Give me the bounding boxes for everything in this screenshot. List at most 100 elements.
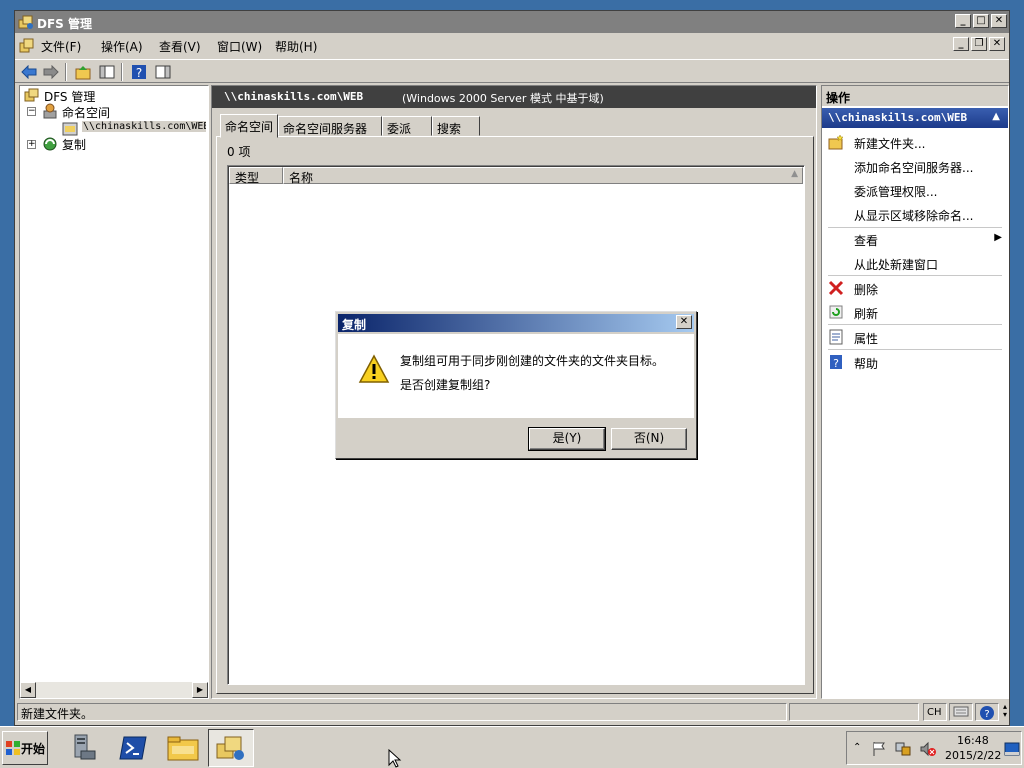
dialog-body: 复制组可用于同步刚创建的文件夹的文件夹目标。 是否创建复制组? xyxy=(338,334,694,418)
help-question-icon: ? xyxy=(830,355,842,370)
namespace-icon xyxy=(43,103,57,119)
action-properties[interactable]: 属性 xyxy=(854,330,878,347)
language-bar-options-icon[interactable]: ▴ ▾ xyxy=(1003,703,1011,721)
ime-help-icon[interactable]: ? xyxy=(975,703,999,721)
up-folder-icon[interactable] xyxy=(73,62,93,82)
dialog-title: 复制 xyxy=(342,318,367,332)
show-hide-action-pane-icon[interactable] xyxy=(153,62,173,82)
language-indicator[interactable]: CH xyxy=(923,703,947,721)
mmc-doc-icon[interactable] xyxy=(19,38,35,54)
collapse-up-icon[interactable]: ▲ xyxy=(992,111,1000,122)
action-center-flag-icon[interactable] xyxy=(871,741,887,757)
item-count: 0 项 xyxy=(227,145,251,159)
taskbar: 开始 ⌃ 16:48 2015/2/22 xyxy=(0,726,1024,768)
dfs-app-icon xyxy=(18,15,33,29)
minimize-button[interactable]: _ xyxy=(955,14,971,28)
server-manager-taskbar-icon[interactable] xyxy=(60,729,106,767)
keyboard-icon[interactable] xyxy=(949,703,973,721)
column-name[interactable]: 名称 ▲ xyxy=(283,167,803,185)
dialog-title-bar[interactable]: 复制 ✕ xyxy=(338,314,694,332)
powershell-taskbar-icon[interactable] xyxy=(110,729,156,767)
show-hide-tree-icon[interactable] xyxy=(97,62,117,82)
tab-delegation[interactable]: 委派 xyxy=(382,116,432,136)
status-text: 新建文件夹。 xyxy=(17,703,787,721)
menu-view[interactable]: 查看(V) xyxy=(159,38,201,55)
actions-section-header[interactable]: \\chinaskills.com\WEB ▲ xyxy=(822,108,1008,128)
column-type[interactable]: 类型 xyxy=(229,167,283,185)
dialog-message-line2: 是否创建复制组? xyxy=(400,378,491,392)
action-refresh[interactable]: 刷新 xyxy=(854,305,878,322)
results-header: \\chinaskills.com\WEB (Windows 2000 Serv… xyxy=(212,86,816,108)
explorer-taskbar-icon[interactable] xyxy=(160,729,206,767)
tab-namespace[interactable]: 命名空间 xyxy=(220,114,278,138)
mdi-restore-button[interactable]: ❐ xyxy=(971,37,987,51)
notification-area: ⌃ 16:48 2015/2/22 xyxy=(846,731,1022,765)
start-label: 开始 xyxy=(21,741,46,756)
properties-icon xyxy=(829,329,843,345)
namespaces-collapse-toggle[interactable]: − xyxy=(27,107,36,116)
network-warning-icon[interactable] xyxy=(895,741,911,757)
maximize-button[interactable]: □ xyxy=(973,14,989,28)
svg-text:?: ? xyxy=(984,709,989,720)
back-icon[interactable] xyxy=(19,62,39,82)
new-folder-icon xyxy=(828,134,844,150)
replication-icon xyxy=(43,137,57,151)
forward-icon[interactable] xyxy=(41,62,61,82)
help-icon[interactable]: ? xyxy=(129,62,149,82)
dialog-message-line1: 复制组可用于同步刚创建的文件夹的文件夹目标。 xyxy=(400,354,665,368)
menu-window[interactable]: 窗口(W) xyxy=(217,38,262,55)
toolbar: ? xyxy=(15,59,1009,83)
delete-icon xyxy=(828,280,844,296)
tree-namespaces[interactable]: 命名空间 xyxy=(62,104,110,121)
action-remove-from-display[interactable]: 从显示区域移除命名... xyxy=(854,207,973,224)
replication-expand-toggle[interactable]: + xyxy=(27,140,36,149)
clock-date[interactable]: 2015/2/22 xyxy=(945,749,1001,762)
scroll-left-button[interactable]: ◀ xyxy=(20,682,36,698)
actions-pane: 操作 \\chinaskills.com\WEB ▲ 新建文件夹... 添加命名… xyxy=(821,85,1009,699)
action-new-folder[interactable]: 新建文件夹... xyxy=(854,135,925,152)
sort-ascending-icon: ▲ xyxy=(791,169,798,179)
clock-time[interactable]: 16:48 xyxy=(957,734,989,747)
dialog-close-button[interactable]: ✕ xyxy=(676,315,692,329)
close-button[interactable]: ✕ xyxy=(991,14,1007,28)
status-bar: 新建文件夹。 CH ? ▴ ▾ xyxy=(15,701,1009,723)
dfs-management-taskbar-icon[interactable] xyxy=(208,729,254,767)
show-desktop-icon[interactable] xyxy=(1004,742,1020,756)
warning-icon xyxy=(358,354,390,383)
status-panel-empty xyxy=(789,703,919,721)
dfs-root-icon xyxy=(24,88,39,102)
mdi-minimize-button[interactable]: _ xyxy=(953,37,969,51)
tab-search[interactable]: 搜索 xyxy=(432,116,480,136)
menu-bar: 文件(F) 操作(A) 查看(V) 窗口(W) 帮助(H) _ ❐ ✕ xyxy=(15,35,1009,57)
action-delegate-permissions[interactable]: 委派管理权限... xyxy=(854,183,937,200)
tree-horizontal-scrollbar[interactable]: ◀ ▶ xyxy=(20,682,208,698)
volume-muted-icon[interactable] xyxy=(919,741,937,757)
scroll-right-button[interactable]: ▶ xyxy=(192,682,208,698)
action-new-window[interactable]: 从此处新建窗口 xyxy=(854,256,938,273)
window-title: DFS 管理 xyxy=(37,17,92,31)
start-button[interactable]: 开始 xyxy=(2,731,48,765)
svg-text:?: ? xyxy=(136,66,142,80)
replication-dialog: 复制 ✕ 复制组可用于同步刚创建的文件夹的文件夹目标。 是否创建复制组? 是(Y… xyxy=(335,311,697,459)
namespace-item-icon xyxy=(62,122,78,136)
no-button[interactable]: 否(N) xyxy=(611,428,687,450)
console-tree: DFS 管理 − 命名空间 \\chinaskills.com\WEB + 复制… xyxy=(19,85,209,699)
actions-title: 操作 xyxy=(822,86,1008,106)
menu-file[interactable]: 文件(F) xyxy=(41,38,81,55)
tree-namespace-web[interactable]: \\chinaskills.com\WEB xyxy=(82,121,206,132)
windows-logo-icon xyxy=(6,741,20,755)
menu-action[interactable]: 操作(A) xyxy=(101,38,143,55)
tree-replication[interactable]: 复制 xyxy=(62,136,86,153)
mouse-cursor-icon xyxy=(388,749,402,768)
action-delete[interactable]: 删除 xyxy=(854,281,878,298)
menu-help[interactable]: 帮助(H) xyxy=(275,38,317,55)
action-view[interactable]: 查看 xyxy=(854,232,878,249)
tab-namespace-servers[interactable]: 命名空间服务器 xyxy=(278,116,382,136)
mdi-close-button[interactable]: ✕ xyxy=(989,37,1005,51)
action-add-namespace-server[interactable]: 添加命名空间服务器... xyxy=(854,159,973,176)
show-hidden-icons-chevron-icon[interactable]: ⌃ xyxy=(853,742,861,753)
yes-button[interactable]: 是(Y) xyxy=(528,427,606,451)
action-help[interactable]: 帮助 xyxy=(854,355,878,372)
results-mode: (Windows 2000 Server 模式 中基于域) xyxy=(402,92,604,105)
title-bar[interactable]: DFS 管理 _ □ ✕ xyxy=(15,11,1009,33)
